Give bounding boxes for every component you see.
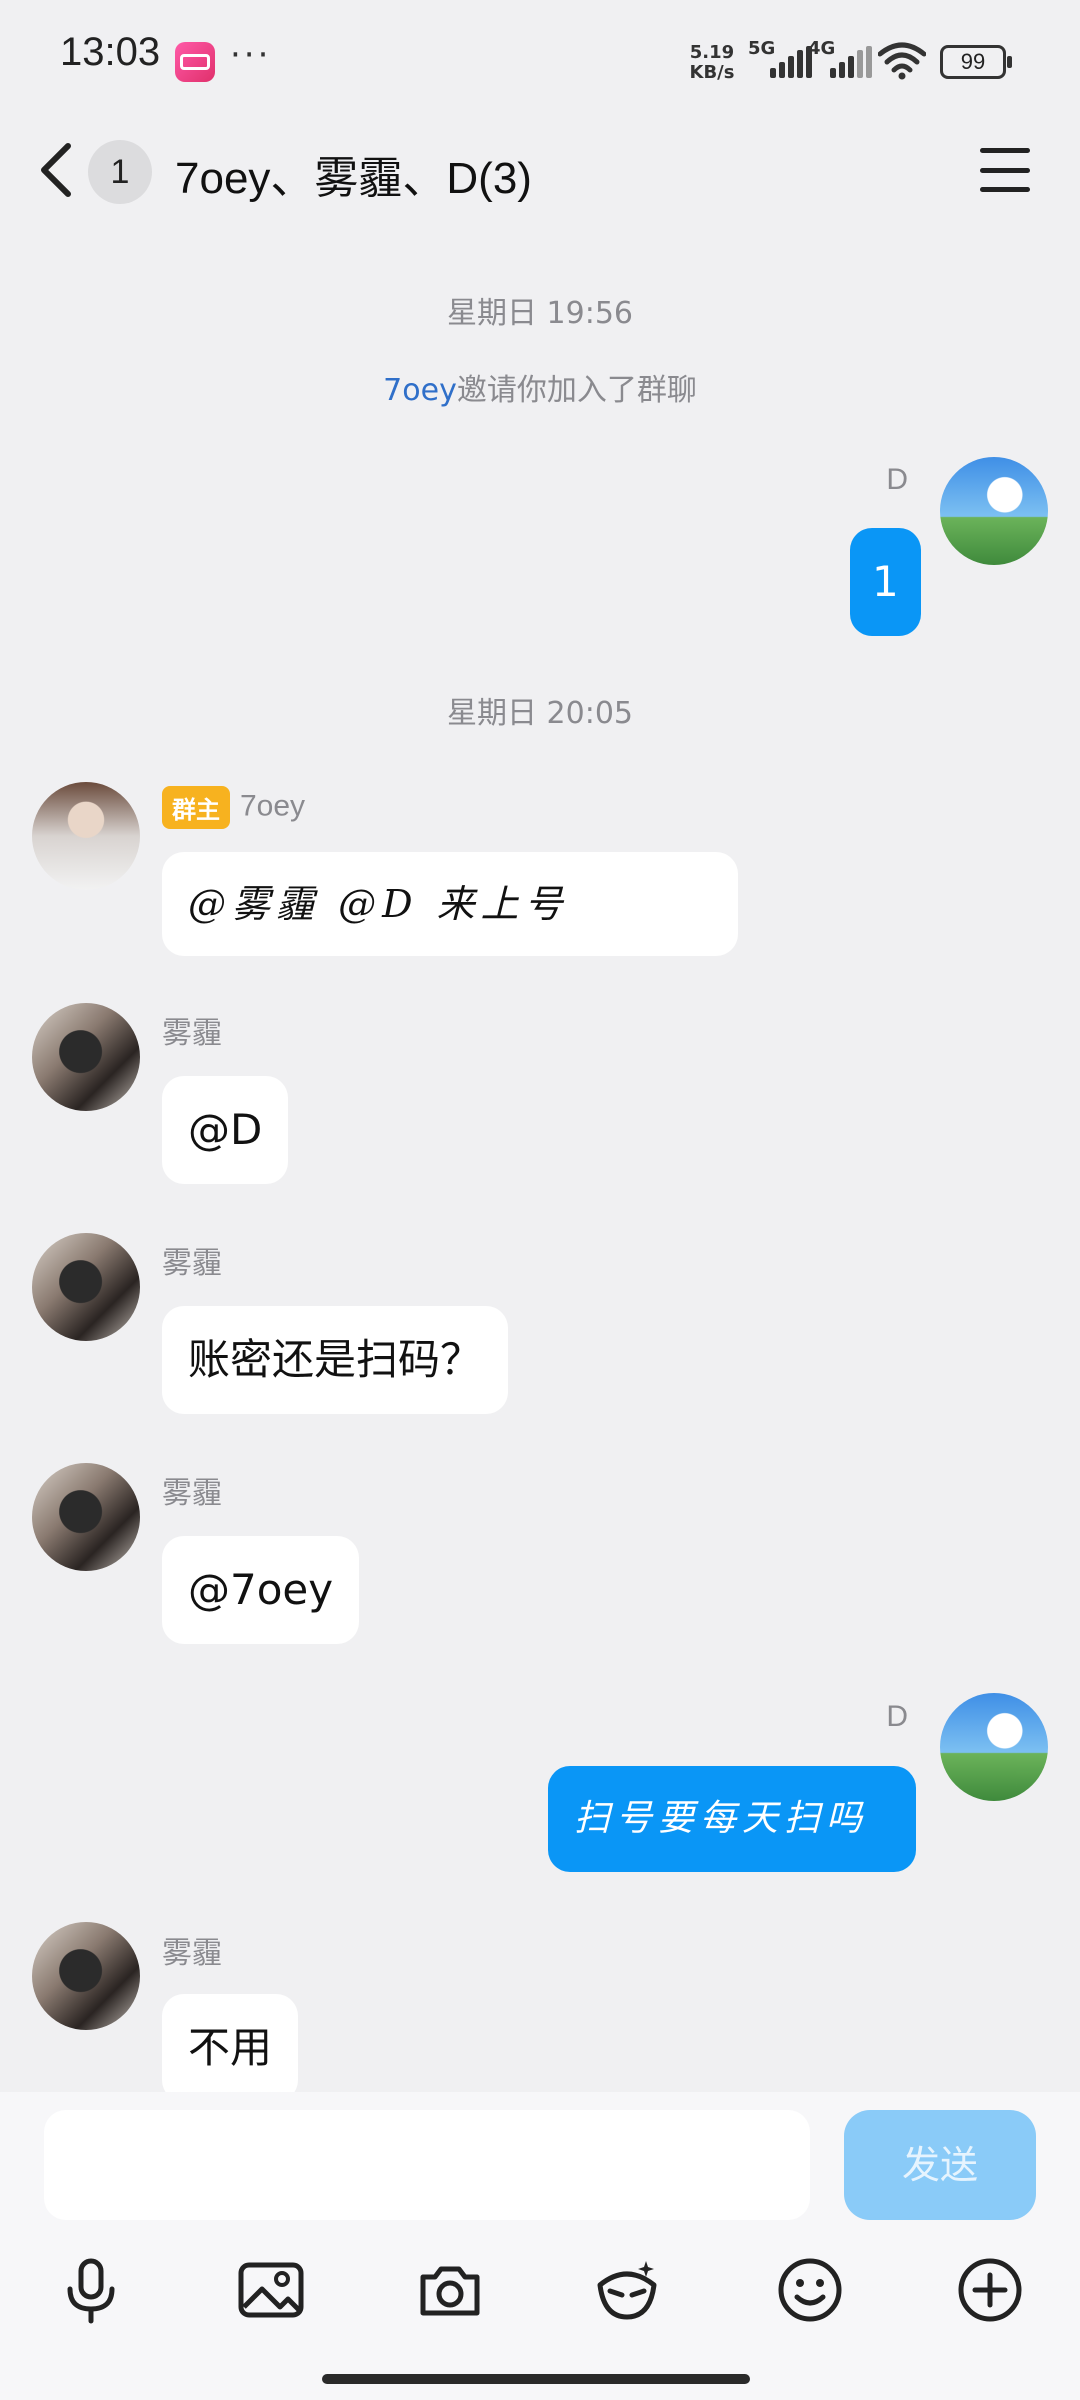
- network-speed-value: 5.19: [689, 42, 735, 63]
- image-icon[interactable]: [236, 2255, 306, 2325]
- battery-indicator: 99: [940, 45, 1012, 79]
- message-bubble[interactable]: @雾霾 @D 来上号: [162, 852, 738, 956]
- sender-name: 7oey: [240, 789, 306, 823]
- message-bubble[interactable]: @D: [162, 1076, 289, 1184]
- message-bubble[interactable]: 账密还是扫码？: [162, 1306, 509, 1414]
- menu-icon[interactable]: [980, 148, 1030, 192]
- signal-bars-icon: [770, 46, 812, 78]
- message-input[interactable]: [44, 2110, 810, 2220]
- sender-name: 雾霾: [162, 1477, 222, 1510]
- sender-name: D: [886, 1700, 908, 1733]
- sender-name: 雾霾: [162, 1937, 222, 1970]
- group-owner-badge: 群主: [162, 786, 230, 829]
- unread-count-badge[interactable]: 1: [88, 140, 152, 204]
- avatar[interactable]: [32, 1233, 140, 1341]
- timestamp: 星期日 19:56: [447, 296, 633, 331]
- avatar[interactable]: [32, 782, 140, 890]
- message-bubble[interactable]: 1: [850, 528, 921, 636]
- my-avatar[interactable]: [940, 457, 1048, 565]
- sender-name: 雾霾: [162, 1247, 222, 1280]
- my-avatar[interactable]: [940, 1693, 1048, 1801]
- more-notifications-icon: ···: [230, 35, 272, 75]
- avatar[interactable]: [32, 1003, 140, 1111]
- message-bubble[interactable]: @7oey: [162, 1536, 360, 1644]
- signal-bars-icon: [830, 46, 872, 78]
- status-time: 13:03: [60, 30, 161, 74]
- plus-circle-icon[interactable]: [955, 2255, 1025, 2325]
- back-arrow-icon[interactable]: [32, 140, 82, 200]
- sender-line: 群主 7oey: [162, 786, 305, 829]
- system-message: 7oey邀请你加入了群聊: [0, 365, 1080, 409]
- inviter-link[interactable]: 7oey: [383, 373, 457, 408]
- red-packet-mask-icon[interactable]: [592, 2255, 662, 2325]
- chat-title[interactable]: 7oey、雾霾、D(3): [175, 142, 532, 206]
- camera-icon[interactable]: [415, 2255, 485, 2325]
- microphone-icon[interactable]: [56, 2255, 126, 2325]
- send-button[interactable]: 发送: [844, 2110, 1036, 2220]
- system-message-text: 邀请你加入了群聊: [456, 373, 697, 408]
- avatar[interactable]: [32, 1922, 140, 2030]
- sender-name: 雾霾: [162, 1017, 222, 1050]
- sender-name: D: [886, 463, 908, 496]
- message-bubble[interactable]: 不用: [162, 1994, 299, 2092]
- wifi-icon: [878, 42, 926, 80]
- message-bubble[interactable]: 扫号要每天扫吗: [548, 1766, 916, 1872]
- chat-header: [0, 125, 1080, 240]
- bilibili-notification-icon: [175, 42, 215, 82]
- avatar[interactable]: [32, 1463, 140, 1571]
- network-speed-unit: KB/s: [689, 62, 735, 83]
- emoji-icon[interactable]: [775, 2255, 845, 2325]
- network-speed: 5.19 KB/s: [682, 43, 742, 83]
- home-indicator[interactable]: [322, 2374, 750, 2384]
- timestamp: 星期日 20:05: [447, 696, 633, 731]
